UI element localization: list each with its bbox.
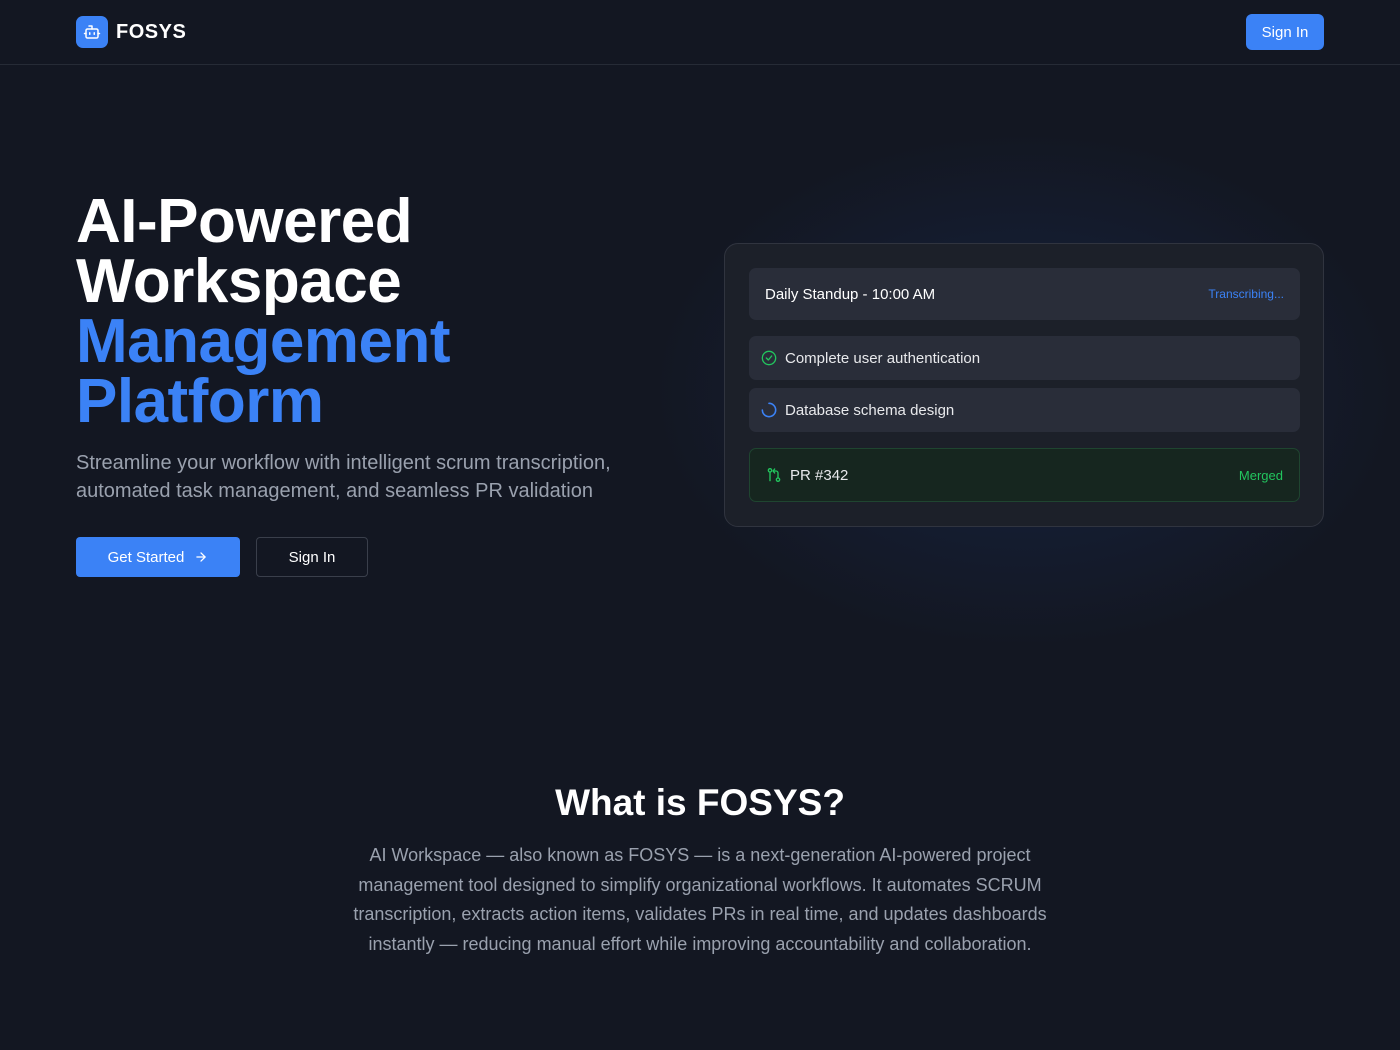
task-label: Complete user authentication: [785, 349, 981, 367]
about-title: What is FOSYS?: [555, 782, 845, 823]
hero-title-line-2: Workspace: [76, 247, 402, 316]
get-started-button[interactable]: Get Started: [76, 537, 240, 577]
header-sign-in-button[interactable]: Sign In: [1246, 14, 1324, 50]
task-row: Complete user authentication: [749, 336, 1300, 380]
top-nav: FOSYS Sign In: [0, 0, 1400, 65]
get-started-label: Get Started: [107, 548, 185, 566]
hero-title-line-4: Platform: [76, 367, 324, 436]
pr-label: PR #342: [790, 466, 849, 484]
pull-request-row: PR #342 Merged: [749, 448, 1300, 502]
task-row: Database schema design: [749, 388, 1300, 432]
standup-title: Daily Standup - 10:00 AM: [765, 285, 936, 303]
workflow-preview-card: Daily Standup - 10:00 AM Transcribing...…: [724, 243, 1324, 527]
task-label: Database schema design: [785, 401, 955, 419]
standup-status: Transcribing...: [1208, 287, 1284, 301]
bot-icon: [76, 16, 108, 48]
hero-title: AI-Powered Workspace Management Platform: [76, 187, 676, 436]
about-description: AI Workspace — also known as FOSYS — is …: [353, 845, 1047, 954]
landing-page: FOSYS Sign In AI-Powered Workspace Manag…: [0, 0, 1400, 1050]
pull-request-info: PR #342: [766, 467, 848, 484]
hero-sign-in-button[interactable]: Sign In: [256, 537, 368, 577]
arrow-right-icon: [194, 550, 208, 564]
brand-name: FOSYS: [116, 20, 187, 43]
hero-title-line-3: Management: [76, 307, 450, 376]
brand-logo[interactable]: FOSYS: [76, 16, 186, 48]
hero-title-line-1: AI-Powered: [76, 187, 413, 256]
spinner-icon: [761, 402, 777, 418]
standup-row: Daily Standup - 10:00 AM Transcribing...: [749, 268, 1300, 320]
pr-status: Merged: [1238, 467, 1283, 483]
git-pull-request-icon: [766, 467, 782, 483]
hero-subtitle: Streamline your workflow with intelligen…: [76, 452, 611, 502]
check-circle-icon: [761, 350, 777, 366]
